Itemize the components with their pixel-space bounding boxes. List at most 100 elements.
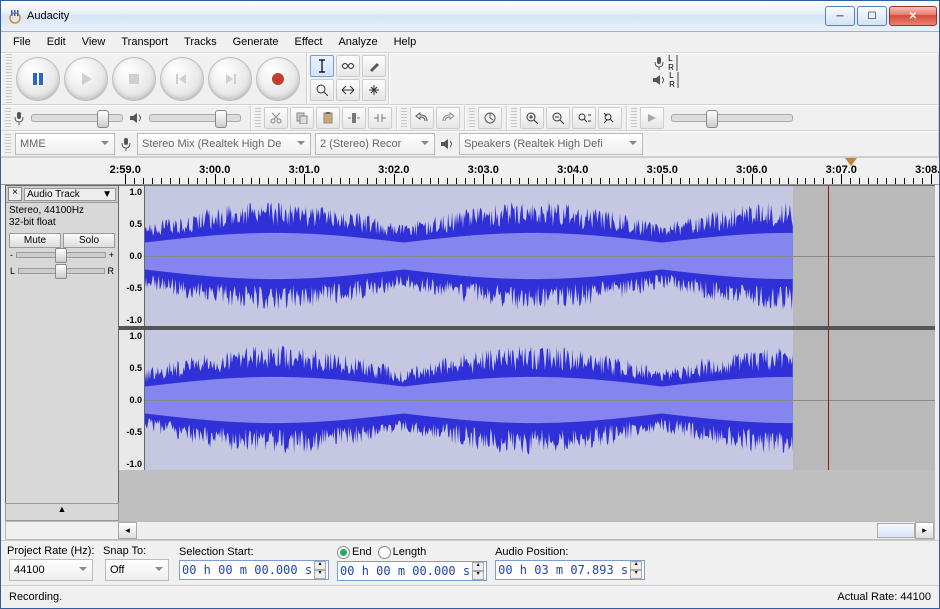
microphone-icon bbox=[120, 137, 132, 151]
track-area: × Audio Track ▼ Stereo, 44100Hz 32-bit f… bbox=[5, 185, 935, 521]
paste-button[interactable] bbox=[316, 107, 340, 129]
gain-slider[interactable] bbox=[16, 252, 106, 258]
selection-tool[interactable] bbox=[310, 55, 334, 77]
menu-analyze[interactable]: Analyze bbox=[330, 34, 385, 50]
zoom-out-button[interactable] bbox=[546, 107, 570, 129]
draw-tool[interactable] bbox=[362, 55, 386, 77]
snap-to-select[interactable]: Off bbox=[105, 559, 169, 581]
play-at-speed-button[interactable] bbox=[640, 107, 664, 129]
grip[interactable] bbox=[255, 108, 261, 128]
mute-button[interactable]: Mute bbox=[9, 233, 61, 248]
project-rate-select[interactable]: 44100 bbox=[9, 559, 93, 581]
track-close-button[interactable]: × bbox=[8, 187, 22, 201]
microphone-icon bbox=[13, 111, 25, 125]
grip[interactable] bbox=[401, 108, 407, 128]
sync-toolbar bbox=[465, 105, 507, 131]
grip[interactable] bbox=[469, 108, 475, 128]
speaker-icon bbox=[652, 74, 666, 86]
meter-l: L bbox=[669, 71, 675, 80]
fit-selection-button[interactable] bbox=[572, 107, 596, 129]
status-right: Actual Rate: 44100 bbox=[837, 591, 931, 603]
waveform-left-channel[interactable] bbox=[145, 186, 935, 326]
solo-button[interactable]: Solo bbox=[63, 233, 115, 248]
record-button[interactable] bbox=[256, 57, 300, 101]
selection-toolbar: Project Rate (Hz): 44100 Snap To: Off Se… bbox=[1, 540, 939, 585]
yaxis-right-ch: 1.00.50.0-0.5-1.0 bbox=[119, 330, 145, 470]
horizontal-scrollbar[interactable]: ◂ ▸ bbox=[5, 521, 935, 540]
status-bar: Recording. Actual Rate: 44100 bbox=[1, 585, 939, 608]
toolbars: LR -57-54-51-48-45-42-39-36-33-30-27-24-… bbox=[1, 53, 939, 157]
menubar: File Edit View Transport Tracks Generate… bbox=[1, 32, 939, 53]
audio-host-select[interactable]: MME bbox=[15, 133, 115, 155]
recording-device-select[interactable]: Stereo Mix (Realtek High De bbox=[137, 133, 311, 155]
selection-end-field[interactable]: 00 h 00 m 00.000 s▴▾ bbox=[337, 561, 487, 581]
timeline-ruler[interactable]: 2:59.03:00.03:01.03:02.03:03.03:04.03:05… bbox=[1, 157, 939, 185]
menu-effect[interactable]: Effect bbox=[287, 34, 331, 50]
menu-tracks[interactable]: Tracks bbox=[176, 34, 225, 50]
track-collapse-button[interactable]: ▲ bbox=[5, 503, 119, 521]
copy-button[interactable] bbox=[290, 107, 314, 129]
grip[interactable] bbox=[631, 108, 637, 128]
titlebar[interactable]: Audacity ─ ☐ ✕ bbox=[1, 1, 939, 32]
stop-button[interactable] bbox=[112, 57, 156, 101]
recording-channels-select[interactable]: 2 (Stereo) Recor bbox=[315, 133, 435, 155]
app-window: Audacity ─ ☐ ✕ File Edit View Transport … bbox=[0, 0, 940, 609]
trim-button[interactable] bbox=[342, 107, 366, 129]
skip-start-button[interactable] bbox=[160, 57, 204, 101]
scrollbar-thumb[interactable] bbox=[877, 523, 915, 538]
undo-button[interactable] bbox=[410, 107, 434, 129]
play-button[interactable] bbox=[64, 57, 108, 101]
track-depth: 32-bit float bbox=[9, 217, 115, 229]
scroll-left-button[interactable]: ◂ bbox=[118, 522, 137, 539]
close-button[interactable]: ✕ bbox=[889, 6, 937, 26]
playback-meter[interactable]: LR -57-54-51-48-45-42-39-36-33-30-27-24-… bbox=[649, 73, 679, 87]
end-radio[interactable] bbox=[337, 546, 350, 559]
fit-project-button[interactable] bbox=[598, 107, 622, 129]
sync-lock-button[interactable] bbox=[478, 107, 502, 129]
silence-button[interactable] bbox=[368, 107, 392, 129]
mixer-toolbar bbox=[1, 105, 251, 131]
menu-help[interactable]: Help bbox=[386, 34, 425, 50]
multi-tool[interactable] bbox=[362, 79, 386, 101]
recording-meter[interactable]: LR -57-54-51-48-45-42-39-36-33-30-27-24-… bbox=[650, 56, 678, 70]
minimize-button[interactable]: ─ bbox=[825, 6, 855, 26]
menu-transport[interactable]: Transport bbox=[113, 34, 176, 50]
cut-button[interactable] bbox=[264, 107, 288, 129]
speaker-icon bbox=[440, 138, 454, 150]
record-cursor bbox=[828, 186, 829, 326]
grip[interactable] bbox=[5, 134, 11, 154]
playback-device-select[interactable]: Speakers (Realtek High Defi bbox=[459, 133, 643, 155]
pause-button[interactable] bbox=[16, 57, 60, 101]
title-text: Audacity bbox=[27, 10, 823, 22]
pan-slider[interactable] bbox=[18, 268, 104, 274]
grip[interactable] bbox=[5, 108, 11, 128]
microphone-icon bbox=[653, 56, 665, 70]
device-toolbar: MME Stereo Mix (Realtek High De 2 (Stere… bbox=[1, 131, 939, 157]
playback-speed-slider[interactable] bbox=[671, 114, 793, 122]
record-cursor bbox=[828, 330, 829, 470]
skip-end-button[interactable] bbox=[208, 57, 252, 101]
playback-volume-slider[interactable] bbox=[149, 114, 241, 122]
scroll-right-button[interactable]: ▸ bbox=[915, 522, 934, 539]
redo-button[interactable] bbox=[436, 107, 460, 129]
selection-start-field[interactable]: 00 h 00 m 00.000 s▴▾ bbox=[179, 560, 329, 580]
menu-file[interactable]: File bbox=[5, 34, 39, 50]
grip[interactable] bbox=[6, 54, 12, 104]
envelope-tool[interactable] bbox=[336, 55, 360, 77]
waveform-area[interactable]: 1.00.50.0-0.5-1.0 1.00.50.0-0.5-1.0 bbox=[119, 186, 935, 521]
menu-edit[interactable]: Edit bbox=[39, 34, 74, 50]
recording-volume-slider[interactable] bbox=[31, 114, 123, 122]
menu-generate[interactable]: Generate bbox=[225, 34, 287, 50]
track-menu-dropdown[interactable]: Audio Track ▼ bbox=[24, 188, 116, 201]
snap-to-label: Snap To: bbox=[103, 545, 171, 557]
length-radio[interactable] bbox=[378, 546, 391, 559]
audio-position-field[interactable]: 00 h 03 m 07.893 s▴▾ bbox=[495, 560, 645, 580]
waveform-right-channel[interactable] bbox=[145, 330, 935, 470]
play-meter-scale: -57-54-51-48-45-42-39-36-33-30-27-24-21-… bbox=[678, 73, 679, 87]
zoom-tool[interactable] bbox=[310, 79, 334, 101]
timeshift-tool[interactable] bbox=[336, 79, 360, 101]
maximize-button[interactable]: ☐ bbox=[857, 6, 887, 26]
menu-view[interactable]: View bbox=[74, 34, 114, 50]
zoom-in-button[interactable] bbox=[520, 107, 544, 129]
grip[interactable] bbox=[511, 108, 517, 128]
